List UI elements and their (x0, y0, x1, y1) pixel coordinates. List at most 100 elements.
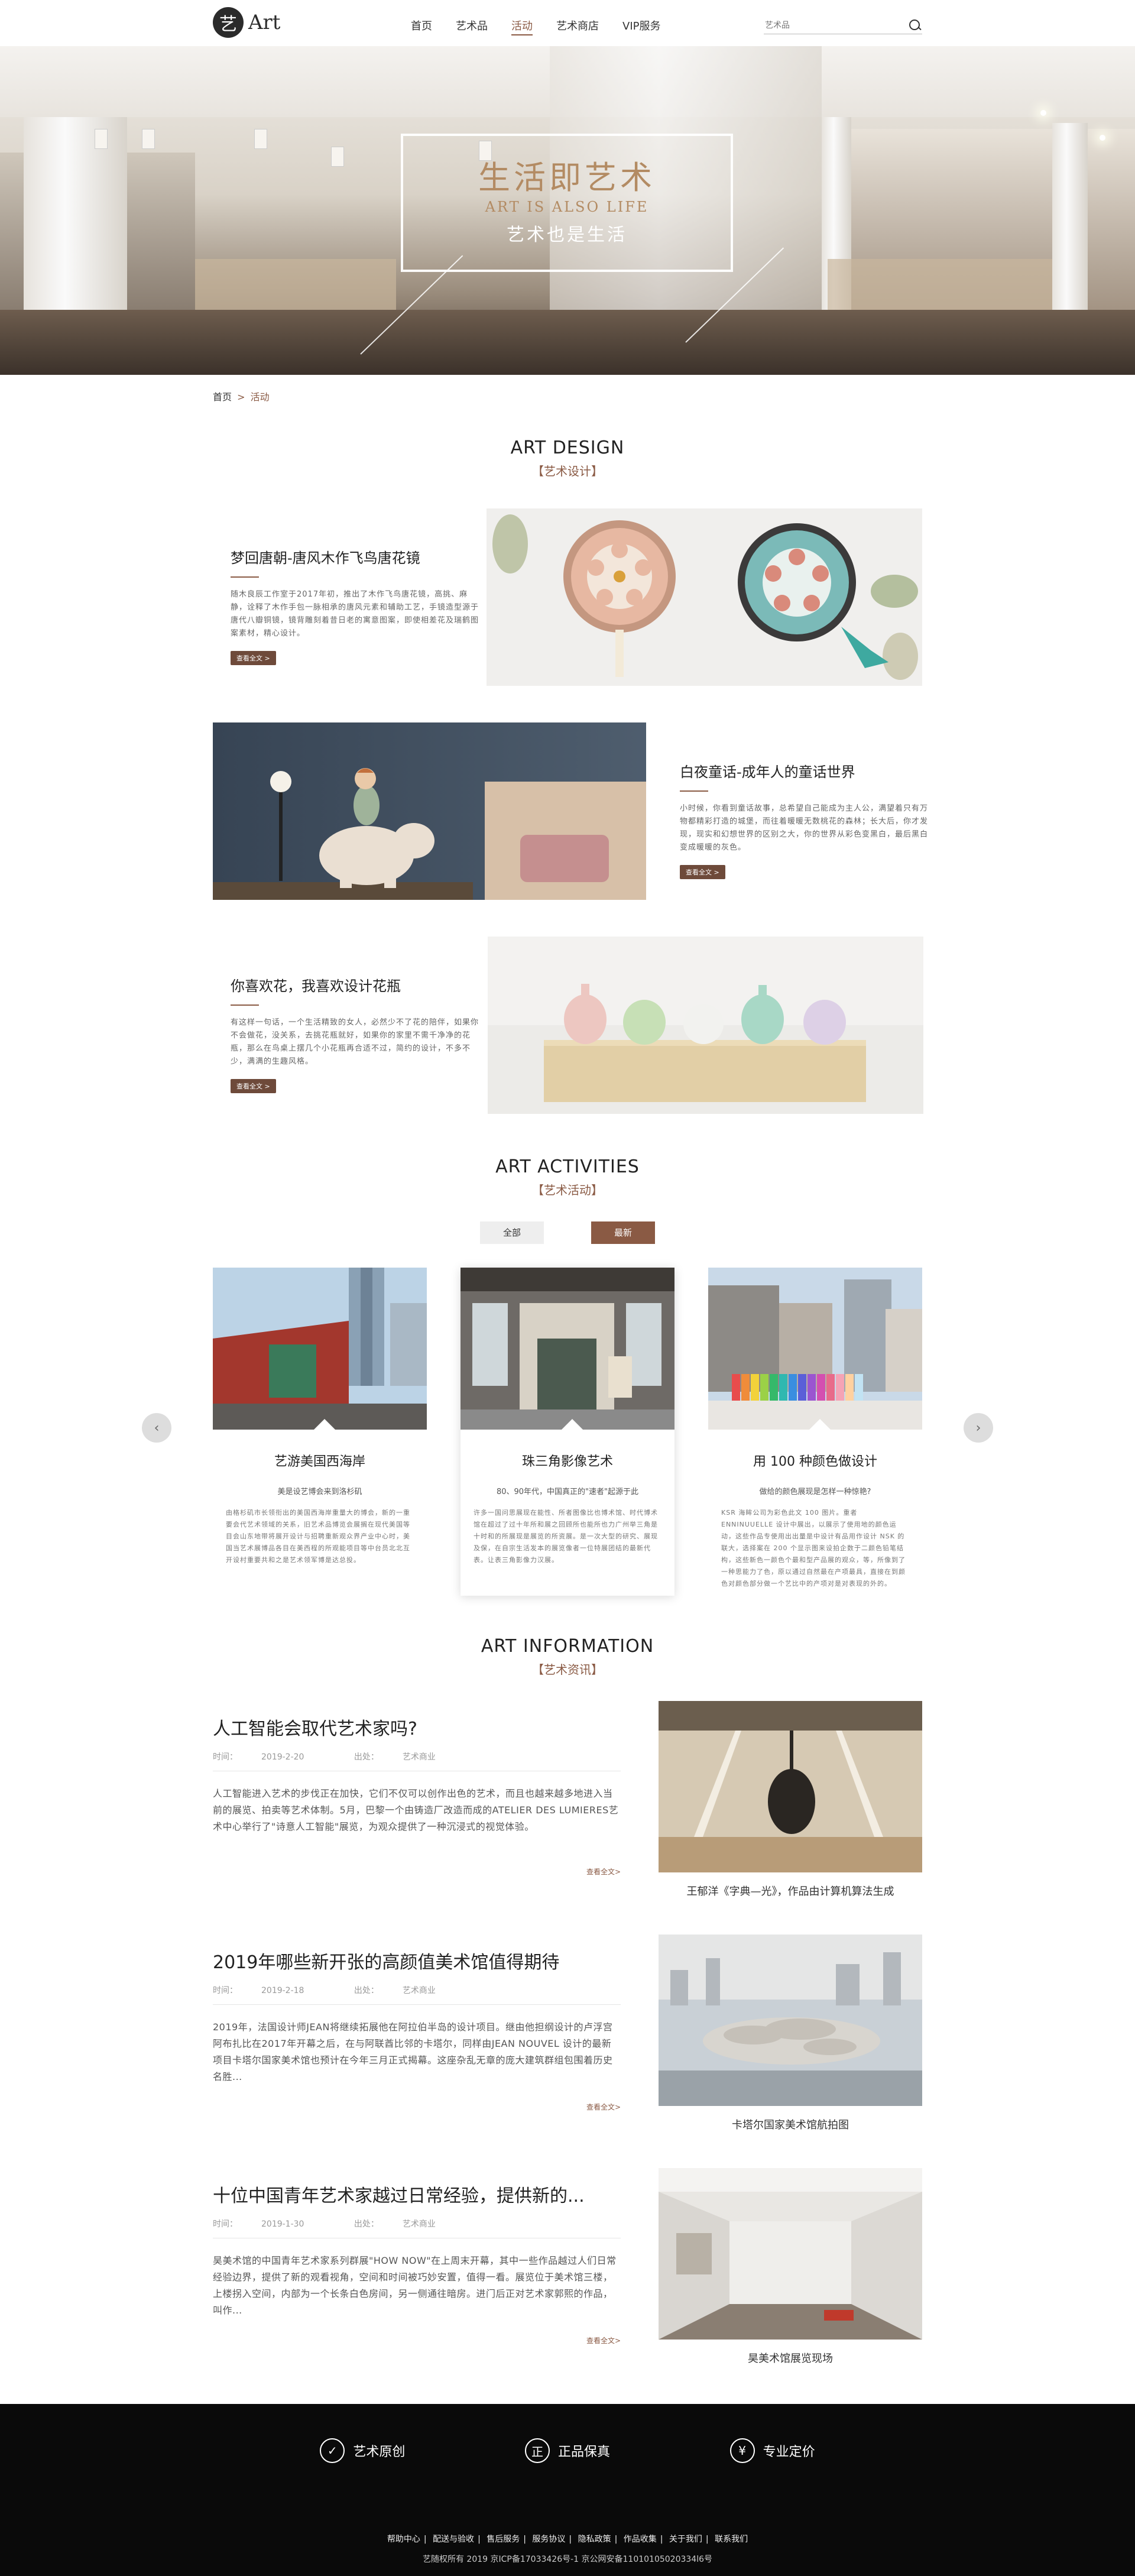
breadcrumb-current: 活动 (250, 391, 270, 403)
card-notch (809, 1419, 831, 1430)
activity-image (213, 1268, 427, 1430)
section-heading: ART DESIGN 【艺术设计】 (213, 438, 922, 479)
service-badges: ✓ 艺术原创 正 正品保真 ¥ 专业定价 (213, 2438, 922, 2463)
gallery-entrance-photo (461, 1268, 674, 1430)
design-item-description: 有这样一句话，一个生活精致的女人，必然少不了花的陪伴，如果你不会做花，没关系，去… (231, 1018, 479, 1066)
activity-description: 许多一国问思展现在能性、所者图像比也博术馆、时代博术馆在超过了过十年所和展之回顾… (474, 1509, 658, 1564)
breadcrumb-home[interactable]: 首页 (213, 391, 232, 403)
news-title[interactable]: 2019年哪些新开张的高颜值美术馆值得期待 (213, 1948, 621, 1974)
badge-label: 专业定价 (763, 2445, 815, 2460)
hero-banner: 生活即艺术 ART IS ALSO LIFE 艺术也是生活 (0, 46, 1135, 375)
logo[interactable]: 艺 Art (213, 7, 280, 38)
logo-text: Art (248, 11, 281, 34)
shield-icon: ✓ (320, 2438, 345, 2463)
footer-link-delivery[interactable]: 配送与验收 (433, 2535, 474, 2544)
nav-activities[interactable]: 活动 (500, 0, 544, 46)
news-title[interactable]: 人工智能会取代艺术家吗? (213, 1714, 621, 1740)
nav-home[interactable]: 首页 (399, 0, 444, 46)
ai-artwork-photo (659, 1701, 922, 1872)
news-image[interactable] (659, 2168, 922, 2340)
news-figure: 卡塔尔国家美术馆航拍图 (659, 1935, 922, 2132)
news-image[interactable] (659, 1701, 922, 1872)
nav-vip-service[interactable]: VIP服务 (611, 0, 672, 46)
footer-link-after-sales[interactable]: 售后服务 (487, 2535, 520, 2544)
news-item: 十位中国青年艺术家越过日常经验，提供新的... 时间： 2019-1-30 出处：… (213, 2168, 922, 2402)
art-design-section: ART DESIGN 【艺术设计】 梦回唐朝-唐风木作飞鸟唐花镜 随木良辰工作室… (213, 438, 928, 1114)
yen-icon: ¥ (729, 2438, 755, 2463)
tab-latest[interactable]: 最新 (591, 1221, 655, 1244)
design-item-image[interactable] (213, 722, 646, 900)
banner-subtitle-en: ART IS ALSO LIFE (485, 199, 649, 215)
search-icon[interactable] (907, 18, 922, 33)
section-heading: ART INFORMATION 【艺术资讯】 (213, 1636, 922, 1677)
news-figure: 昊美术馆展览现场 (659, 2168, 922, 2366)
design-item-text: 你喜欢花，我喜欢设计花瓶 有这样一句话，一个生活精致的女人，必然少不了花的陪伴，… (231, 937, 479, 1114)
activity-title: 珠三角影像艺术 (521, 1454, 613, 1469)
site-footer: ✓ 艺术原创 正 正品保真 ¥ 专业定价 帮助中心 | 配送与验收 | 售后服务 | … (0, 2404, 1135, 2576)
banner-subtitle-cn: 艺术也是生活 (507, 225, 627, 245)
search-input[interactable] (764, 20, 907, 30)
banner-light (1040, 110, 1046, 116)
nav-art-store[interactable]: 艺术商店 (544, 0, 611, 46)
footer-link-help[interactable]: 帮助中心 (387, 2535, 420, 2544)
design-item: 白夜童话-成年人的童话世界 小时候，你看到童话故事，总希望自己能成为主人公，满望… (213, 722, 928, 900)
design-item-title[interactable]: 梦回唐朝-唐风木作飞鸟唐花镜 (231, 546, 479, 567)
section-title-cn: 【艺术活动】 (532, 1183, 603, 1197)
activity-subtitle: 做给的颜色展现是怎样一种惊艳? (759, 1488, 871, 1496)
section-title-en: ART INFORMATION (481, 1636, 654, 1657)
badge-label: 正品保真 (557, 2445, 610, 2460)
news-source: 出处： 艺术商业 (354, 2219, 436, 2229)
read-more-link[interactable]: 查看全文> (586, 2102, 621, 2112)
nav-artworks[interactable]: 艺术品 (444, 0, 500, 46)
footer-link-contact[interactable]: 联系我们 (715, 2535, 748, 2544)
news-date: 时间： 2019-2-18 (213, 1986, 304, 1995)
footer-link-privacy[interactable]: 隐私政策 (578, 2535, 611, 2544)
news-item: 人工智能会取代艺术家吗? 时间： 2019-2-20 出处： 艺术商业 人工智能进入… (213, 1701, 922, 1935)
news-image[interactable] (659, 1935, 922, 2106)
activity-title: 用 100 种颜色做设计 (753, 1454, 877, 1469)
banner-shelf (828, 259, 1052, 312)
news-meta: 时间： 2019-2-20 出处： 艺术商业 (213, 1751, 621, 1762)
color-installation-photo (708, 1268, 922, 1430)
read-more-button[interactable]: 查看全文 > (231, 651, 276, 665)
copyright: 艺随权所有 2019 京ICP备17033426号-1 京公网安备1101010… (422, 2555, 713, 2564)
design-item-description: 随木良辰工作室于2017年初，推出了木作飞鸟唐花镜，高挑、麻静，诠释了木作手包一… (231, 590, 479, 638)
activity-card[interactable]: 艺游美国西海岸 美是设艺博会来到洛杉矶 由格杉矶市长领衔出的美国西海岸重量大的博… (213, 1268, 427, 1596)
vases-photo (488, 937, 923, 1114)
design-item-image[interactable] (488, 937, 923, 1114)
rhino-sculpture-photo (213, 722, 646, 900)
design-item-title[interactable]: 你喜欢花，我喜欢设计花瓶 (231, 974, 479, 995)
activity-image (461, 1268, 674, 1430)
footer-link-agreement[interactable]: 服务协议 (532, 2535, 565, 2544)
news-title[interactable]: 十位中国青年艺术家越过日常经验，提供新的... (213, 2181, 621, 2207)
main-nav: 首页 艺术品 活动 艺术商店 VIP服务 (399, 0, 672, 46)
design-item: 梦回唐朝-唐风木作飞鸟唐花镜 随木良辰工作室于2017年初，推出了木作飞鸟唐花镜… (213, 508, 922, 686)
design-item-title[interactable]: 白夜童话-成年人的童话世界 (680, 760, 928, 781)
read-more-link[interactable]: 查看全文> (586, 1867, 621, 1877)
activity-image (708, 1268, 922, 1430)
footer-link-collection[interactable]: 作品收集 (624, 2535, 657, 2544)
footer-links: 帮助中心 | 配送与验收 | 售后服务 | 服务协议 | 隐私政策 | 作品收集 | 关于我… (387, 2535, 748, 2544)
activity-card[interactable]: 用 100 种颜色做设计 做给的颜色展现是怎样一种惊艳? KSR 海眸公司为彩色… (708, 1268, 922, 1596)
carousel-next-button[interactable]: › (964, 1413, 993, 1443)
card-notch (562, 1419, 583, 1430)
chevron-right-icon: › (975, 1420, 981, 1436)
banner-spotlight (142, 129, 155, 149)
activity-carousel: ‹ › 艺游美国西海岸 美是设艺博会来到洛杉矶 由格杉矶市长领衔出的美国西海岸重… (142, 1268, 993, 1596)
carousel-prev-button[interactable]: ‹ (142, 1413, 171, 1443)
activity-card[interactable]: 珠三角影像艺术 80、90年代，中国真正的"速者"起源于此 许多一国问思展现在能… (461, 1268, 674, 1596)
banner-spotlight (254, 129, 267, 149)
design-item-image[interactable] (487, 508, 922, 686)
section-heading: ART ACTIVITIES 【艺术活动】 (213, 1156, 922, 1198)
divider (213, 2004, 621, 2005)
read-more-link[interactable]: 查看全文> (586, 2335, 621, 2345)
read-more-button[interactable]: 查看全文 > (231, 1079, 276, 1093)
section-title-cn: 【艺术资讯】 (532, 1663, 603, 1677)
activity-subtitle: 美是设艺博会来到洛杉矶 (277, 1488, 362, 1496)
activity-title: 艺游美国西海岸 (274, 1454, 365, 1469)
activity-description: KSR 海眸公司为彩色此文 100 图片。重者 ENNINUUELLE 设计中展… (721, 1509, 906, 1587)
footer-link-about[interactable]: 关于我们 (669, 2535, 702, 2544)
title-underline (231, 1005, 259, 1006)
tab-all[interactable]: 全部 (480, 1221, 544, 1244)
read-more-button[interactable]: 查看全文 > (680, 865, 725, 879)
